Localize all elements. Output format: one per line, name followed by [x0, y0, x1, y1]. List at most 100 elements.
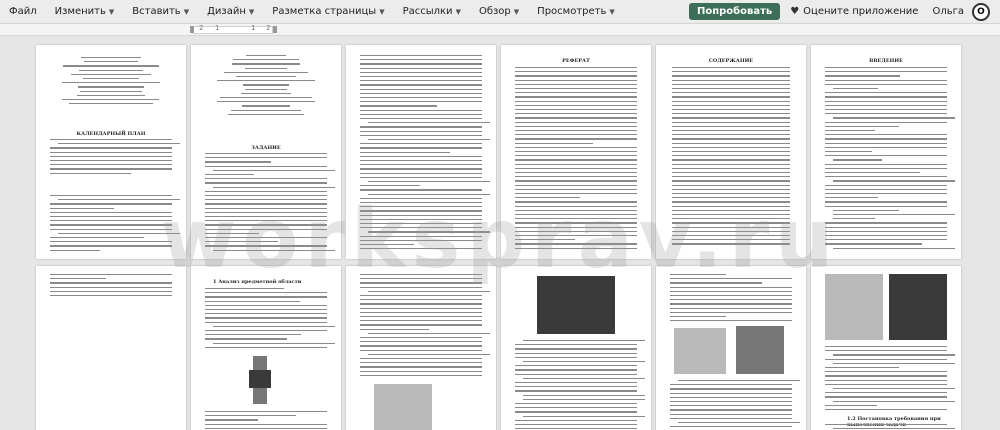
text-line: [672, 193, 790, 195]
page-photo: [889, 274, 947, 340]
text-line: [213, 186, 335, 188]
text-line: [244, 67, 288, 69]
text-line: [833, 362, 955, 365]
text-line: [205, 321, 327, 323]
text-line: [670, 413, 792, 415]
text-line: [368, 181, 490, 183]
text-line: [678, 422, 800, 424]
text-line: [672, 142, 790, 144]
text-line: [515, 184, 637, 186]
menu-label: Дизайн: [207, 6, 246, 17]
page-photo: [736, 326, 784, 374]
page-figure: [374, 384, 432, 430]
text-line: [670, 311, 792, 314]
text-line: [672, 155, 790, 157]
page-11[interactable]: [656, 266, 806, 430]
ruler-indent-marker[interactable]: [190, 26, 194, 33]
text-line: [515, 201, 637, 203]
ruler-indent-marker[interactable]: [273, 26, 277, 33]
text-line: [523, 415, 645, 417]
text-line: [670, 392, 792, 394]
text-line: [50, 216, 172, 218]
avatar[interactable]: О: [972, 2, 990, 21]
menu-layout[interactable]: Разметка страницы ▼: [263, 6, 393, 17]
text-line: [825, 138, 947, 140]
text-line: [360, 185, 421, 187]
text-line: [230, 109, 302, 111]
text-line: [515, 92, 637, 94]
page-10[interactable]: [501, 266, 651, 430]
document-canvas[interactable]: КАЛЕНДАРНЫЙ ПЛАН ЗАДАНИЕ РЕФЕРАТ СОДЕРЖА…: [0, 37, 1000, 430]
user-name[interactable]: Ольга: [932, 6, 964, 17]
text-line: [515, 411, 637, 413]
text-line: [515, 167, 637, 170]
text-line: [670, 290, 792, 293]
text-line: [360, 278, 482, 280]
menu-mailings[interactable]: Рассылки ▼: [394, 6, 470, 17]
text-line: [825, 100, 947, 102]
menu-insert[interactable]: Вставить ▼: [123, 6, 198, 17]
text-line: [833, 428, 955, 430]
text-line: [232, 63, 300, 65]
text-line: [670, 286, 792, 288]
page-7[interactable]: [36, 266, 186, 430]
page-heading: 1 Анализ предметной области: [213, 279, 302, 285]
menu-edit[interactable]: Изменить ▼: [46, 6, 124, 17]
text-line: [360, 67, 482, 69]
rate-app-button[interactable]: ♥ Оцените приложение: [790, 6, 918, 17]
text-line: [672, 88, 790, 90]
text-line: [205, 411, 327, 413]
page-5[interactable]: СОДЕРЖАНИЕ: [656, 45, 806, 259]
text-line: [825, 379, 947, 381]
text-line: [50, 220, 172, 222]
text-line: [833, 88, 878, 90]
text-line: [205, 237, 327, 239]
menu-review[interactable]: Обзор ▼: [470, 6, 528, 17]
text-line: [360, 71, 482, 74]
page-2[interactable]: ЗАДАНИЕ: [191, 45, 341, 259]
text-line: [76, 94, 146, 97]
text-line: [216, 101, 316, 103]
text-line: [360, 248, 482, 250]
text-line: [360, 218, 482, 221]
page-9[interactable]: [346, 266, 496, 430]
menu-design[interactable]: Дизайн ▼: [198, 6, 263, 17]
menu-file[interactable]: Файл: [0, 6, 46, 17]
text-line: [515, 235, 637, 237]
text-line: [515, 67, 637, 69]
text-line: [50, 207, 115, 209]
text-line: [515, 125, 637, 128]
try-button[interactable]: Попробовать: [688, 3, 781, 20]
text-line: [205, 419, 259, 421]
text-line: [243, 84, 289, 86]
text-line: [360, 244, 414, 246]
text-line: [360, 151, 450, 153]
text-line: [515, 369, 637, 371]
text-line: [515, 180, 637, 182]
text-line: [825, 193, 947, 195]
text-line: [217, 80, 315, 82]
page-4[interactable]: РЕФЕРАТ: [501, 45, 651, 259]
text-line: [670, 320, 792, 322]
page-3[interactable]: [346, 45, 496, 259]
page-12[interactable]: 1.2 Постановка требования при выполнении…: [811, 266, 961, 430]
text-line: [228, 113, 304, 116]
text-line: [515, 79, 637, 81]
ruler-track[interactable]: [193, 26, 273, 34]
page-6[interactable]: ВВЕДЕНИЕ: [811, 45, 961, 259]
text-line: [79, 69, 143, 71]
text-line: [670, 274, 727, 276]
menu-view[interactable]: Просмотреть ▼: [528, 6, 624, 17]
text-line: [205, 288, 284, 290]
text-line: [360, 160, 482, 162]
page-8[interactable]: 1 Анализ предметной области: [191, 266, 341, 430]
text-line: [360, 134, 482, 137]
text-line: [515, 142, 594, 144]
text-line: [50, 295, 172, 297]
text-line: [515, 172, 637, 174]
text-line: [205, 211, 327, 214]
page-1[interactable]: КАЛЕНДАРНЫЙ ПЛАН: [36, 45, 186, 259]
ruler-number: 1: [215, 24, 220, 32]
text-line: [825, 83, 947, 86]
text-line: [50, 249, 101, 251]
